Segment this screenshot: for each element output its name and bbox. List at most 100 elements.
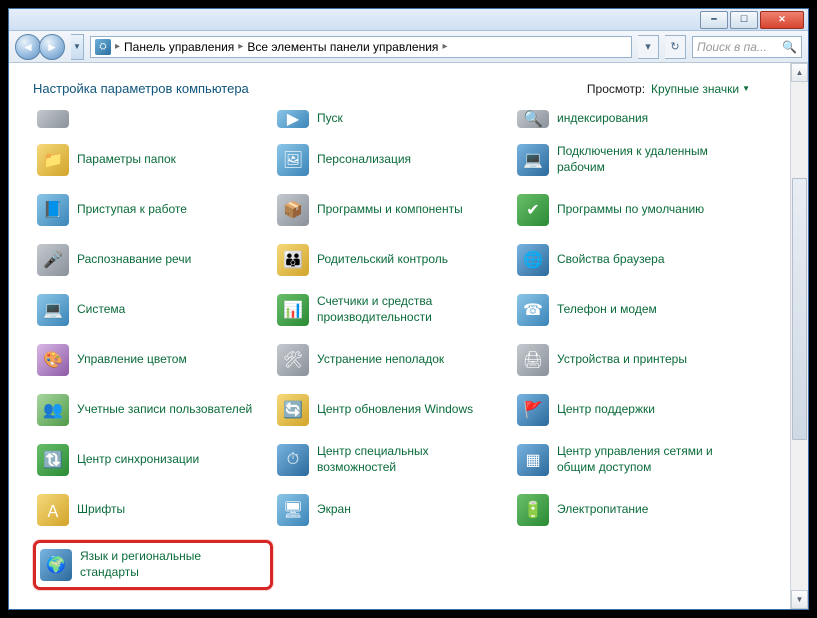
item-region-language[interactable]: 🌍 Язык и региональные стандарты xyxy=(33,540,273,590)
item-label: индексирования xyxy=(557,111,648,127)
page-title: Настройка параметров компьютера xyxy=(33,81,249,96)
item-label: Центр обновления Windows xyxy=(317,402,473,418)
item-folder-options[interactable]: 📁 Параметры папок xyxy=(33,140,273,180)
item-label: Свойства браузера xyxy=(557,252,665,268)
system-icon: 💻 xyxy=(37,294,69,326)
item-fonts[interactable]: ＡШрифты xyxy=(33,490,273,530)
item-internet-options[interactable]: 🌐Свойства браузера xyxy=(513,240,753,280)
display-icon: 🖥 xyxy=(277,494,309,526)
item-indexing[interactable]: 🔍 индексирования xyxy=(513,108,753,130)
item-speech[interactable]: 🎤 Распознавание речи xyxy=(33,240,273,280)
refresh-button[interactable]: ↻ xyxy=(665,35,686,59)
phone-icon: ☎ xyxy=(517,294,549,326)
item-label: Программы по умолчанию xyxy=(557,202,704,218)
breadcrumb-2[interactable]: Все элементы панели управления xyxy=(243,40,442,54)
item-label: Устройства и принтеры xyxy=(557,352,687,368)
nav-buttons: ◄ ► xyxy=(15,34,65,60)
item-sync-center[interactable]: 🔃 Центр синхронизации xyxy=(33,440,273,480)
item-label: Экран xyxy=(317,502,351,518)
remote-icon: 💻 xyxy=(517,144,549,176)
close-icon: ✕ xyxy=(778,14,786,25)
item-label: Язык и региональные стандарты xyxy=(80,549,260,580)
search-input[interactable]: Поиск в па... 🔍 xyxy=(692,36,802,58)
item-performance[interactable]: 📊Счетчики и средства производительности xyxy=(273,290,513,330)
scroll-track[interactable] xyxy=(791,82,808,590)
back-arrow-icon: ◄ xyxy=(22,40,34,54)
item-remote-desktop[interactable]: 💻 Подключения к удаленным рабочим xyxy=(513,140,753,180)
item-windows-update[interactable]: 🔄 Центр обновления Windows xyxy=(273,390,513,430)
maximize-icon: ☐ xyxy=(740,14,748,25)
accessibility-icon: ⏱ xyxy=(277,444,309,476)
item-label: Учетные записи пользователей xyxy=(77,402,252,418)
scroll-thumb[interactable] xyxy=(792,178,807,440)
close-button[interactable]: ✕ xyxy=(760,11,804,29)
empty-cell xyxy=(273,540,513,590)
forward-button[interactable]: ► xyxy=(39,34,65,60)
monitor-icon: 🖼 xyxy=(277,144,309,176)
item-label: Подключения к удаленным рабочим xyxy=(557,144,737,175)
item-label: Система xyxy=(77,302,125,318)
item-label: Параметры папок xyxy=(77,152,176,168)
minimize-button[interactable]: ━ xyxy=(700,11,728,29)
heading-row: Настройка параметров компьютера Просмотр… xyxy=(33,81,790,96)
default-programs-icon: ✔ xyxy=(517,194,549,226)
maximize-button[interactable]: ☐ xyxy=(730,11,758,29)
item-action-center[interactable]: 🚩Центр поддержки xyxy=(513,390,753,430)
item-personalization[interactable]: 🖼 Персонализация xyxy=(273,140,513,180)
users-icon: 👥 xyxy=(37,394,69,426)
address-dropdown[interactable]: ▾ xyxy=(638,35,659,59)
item-system[interactable]: 💻 Система xyxy=(33,290,273,330)
back-button[interactable]: ◄ xyxy=(15,34,41,60)
item-default-programs[interactable]: ✔ Программы по умолчанию xyxy=(513,190,753,230)
control-panel-window: ━ ☐ ✕ ◄ ► ▼ ⛭ ▸ Панель управления ▸ Все … xyxy=(8,8,809,610)
item-label: Персонализация xyxy=(317,152,411,168)
microphone-icon: 🎤 xyxy=(37,244,69,276)
titlebar: ━ ☐ ✕ xyxy=(9,9,808,31)
getting-started-icon: 📘 xyxy=(37,194,69,226)
item-user-accounts[interactable]: 👥 Учетные записи пользователей xyxy=(33,390,273,430)
item-label: Устранение неполадок xyxy=(317,352,444,368)
chevron-down-icon: ▾ xyxy=(645,40,651,53)
item-devices-printers[interactable]: 🖨 Устройства и принтеры xyxy=(513,340,753,380)
indexing-icon: 🔍 xyxy=(517,110,549,128)
item-start[interactable]: ▶Пуск xyxy=(273,108,513,130)
scroll-up-button[interactable]: ▲ xyxy=(791,63,808,82)
item-partial[interactable] xyxy=(33,108,273,130)
item-network-sharing[interactable]: ▦Центр управления сетями и общим доступо… xyxy=(513,440,753,480)
item-ease-of-access[interactable]: ⏱ Центр специальных возможностей xyxy=(273,440,513,480)
vertical-scrollbar[interactable]: ▲ ▼ xyxy=(790,63,808,609)
globe-clock-icon: 🌍 xyxy=(40,549,72,581)
item-power-options[interactable]: 🔋Электропитание xyxy=(513,490,753,530)
sync-icon: 🔃 xyxy=(37,444,69,476)
item-label: Телефон и модем xyxy=(557,302,657,318)
network-icon: ▦ xyxy=(517,444,549,476)
programs-icon: 📦 xyxy=(277,194,309,226)
item-phone-modem[interactable]: ☎ Телефон и модем xyxy=(513,290,753,330)
item-label: Счетчики и средства производительности xyxy=(317,294,497,325)
item-troubleshooting[interactable]: 🛠 Устранение неполадок xyxy=(273,340,513,380)
view-mode-dropdown[interactable]: Крупные значки ▼ xyxy=(651,82,750,96)
item-getting-started[interactable]: 📘Приступая к работе xyxy=(33,190,273,230)
content-area: Настройка параметров компьютера Просмотр… xyxy=(9,63,808,609)
address-field[interactable]: ⛭ ▸ Панель управления ▸ Все элементы пан… xyxy=(90,36,632,58)
item-color-management[interactable]: 🎨Управление цветом xyxy=(33,340,273,380)
start-icon: ▶ xyxy=(277,110,309,128)
item-label: Центр синхронизации xyxy=(77,452,199,468)
update-icon: 🔄 xyxy=(277,394,309,426)
history-dropdown[interactable]: ▼ xyxy=(71,34,84,60)
empty-cell xyxy=(513,540,753,590)
item-label: Распознавание речи xyxy=(77,252,191,268)
breadcrumb-1[interactable]: Панель управления xyxy=(120,40,238,54)
printer-icon: 🖨 xyxy=(517,344,549,376)
item-parental[interactable]: 👪Родительский контроль xyxy=(273,240,513,280)
item-label: Шрифты xyxy=(77,502,125,518)
item-programs[interactable]: 📦Программы и компоненты xyxy=(273,190,513,230)
item-label: Центр специальных возможностей xyxy=(317,444,497,475)
item-display[interactable]: 🖥 Экран xyxy=(273,490,513,530)
refresh-icon: ↻ xyxy=(670,40,679,53)
troubleshoot-icon: 🛠 xyxy=(277,344,309,376)
view-label: Просмотр: xyxy=(587,82,645,96)
folder-icon: 📁 xyxy=(37,144,69,176)
main-panel: Настройка параметров компьютера Просмотр… xyxy=(9,63,790,609)
scroll-down-button[interactable]: ▼ xyxy=(791,590,808,609)
